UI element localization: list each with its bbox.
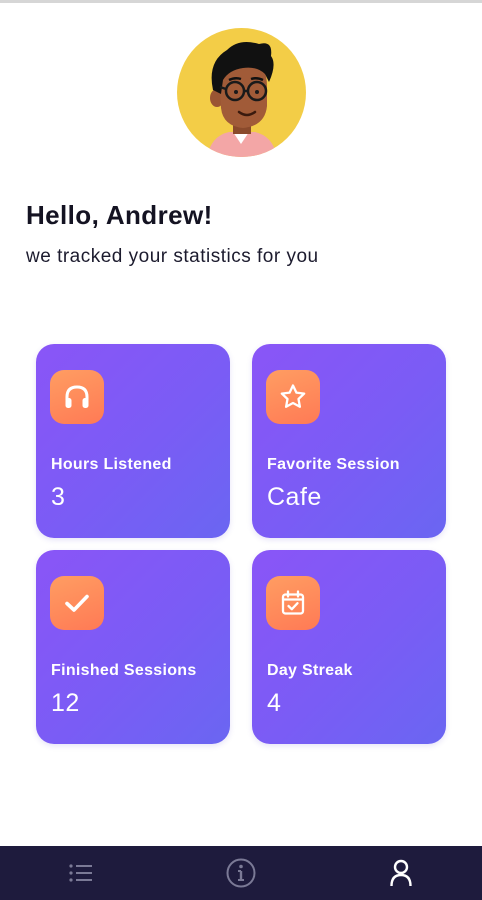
- nav-info-button[interactable]: [201, 846, 281, 900]
- bottom-navigation-bar: [0, 846, 482, 900]
- greeting-subtitle: we tracked your statistics for you: [26, 246, 319, 267]
- stat-label: Favorite Session: [267, 456, 400, 473]
- profile-icon: [390, 859, 412, 887]
- star-icon: [266, 370, 320, 424]
- calendar-check-icon: [266, 576, 320, 630]
- stat-value: 4: [267, 689, 282, 717]
- stat-card-hours-listened[interactable]: Hours Listened 3: [36, 344, 230, 538]
- headphones-icon: [50, 370, 104, 424]
- nav-profile-button[interactable]: [361, 846, 441, 900]
- stat-card-finished-sessions[interactable]: Finished Sessions 12: [36, 550, 230, 744]
- top-divider: [0, 0, 482, 3]
- list-icon: [69, 864, 92, 882]
- info-icon: [226, 858, 256, 888]
- avatar-illustration: [207, 42, 277, 157]
- avatar[interactable]: [177, 28, 306, 157]
- stat-label: Hours Listened: [51, 456, 172, 473]
- stat-label: Day Streak: [267, 662, 353, 679]
- checkmark-icon: [50, 576, 104, 630]
- nav-list-button[interactable]: [41, 846, 121, 900]
- stat-card-favorite-session[interactable]: Favorite Session Cafe: [252, 344, 446, 538]
- stat-value: 3: [51, 483, 66, 511]
- stat-label: Finished Sessions: [51, 662, 197, 679]
- greeting-title: Hello, Andrew!: [26, 200, 213, 230]
- stat-card-day-streak[interactable]: Day Streak 4: [252, 550, 446, 744]
- stat-value: 12: [51, 689, 80, 717]
- stat-value: Cafe: [267, 483, 322, 511]
